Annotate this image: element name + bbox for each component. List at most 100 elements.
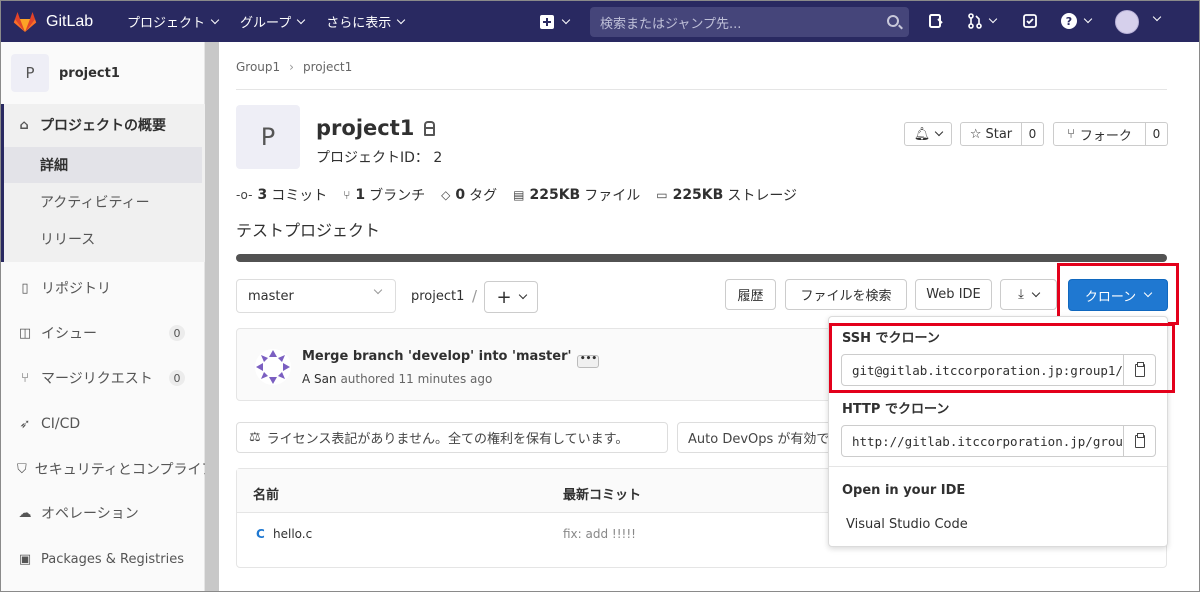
- chevron-down-icon: [1031, 288, 1041, 297]
- open-in-vscode[interactable]: Visual Studio Code: [846, 517, 968, 532]
- star-button[interactable]: ☆ Star: [960, 122, 1022, 146]
- highlight-ssh-clone: [829, 323, 1175, 393]
- commit-icon: -o-: [236, 188, 253, 202]
- nav-more[interactable]: さらに表示: [315, 1, 415, 42]
- sidebar-item-cicd[interactable]: ➶ CI/CD: [1, 406, 205, 442]
- sidebar-item-label: リポジトリ: [41, 281, 111, 297]
- branch-selector-value: master: [248, 288, 294, 304]
- stat-storage[interactable]: ▭ 225KB ストレージ: [656, 185, 797, 205]
- chevron-down-icon: [210, 15, 220, 24]
- brand-name: GitLab: [46, 12, 94, 30]
- merge-requests-nav-icon[interactable]: [963, 11, 999, 31]
- notification-button[interactable]: 🔔︎: [904, 122, 952, 146]
- user-avatar[interactable]: [1115, 10, 1139, 34]
- download-button[interactable]: ⤓: [1000, 279, 1057, 310]
- stat-tags[interactable]: ◇ 0 タグ: [441, 185, 497, 205]
- chevron-down-icon: [397, 15, 406, 24]
- breadcrumb: Group1 › project1: [236, 60, 352, 74]
- branch-icon: ⑂: [343, 188, 351, 202]
- sidebar-project[interactable]: P project1: [1, 42, 204, 104]
- chevron-down-icon: [518, 290, 527, 300]
- stat-storage-label: ストレージ: [727, 188, 798, 204]
- commit-title[interactable]: Merge branch 'develop' into 'master' •••: [302, 349, 600, 368]
- shield-icon: ⛉: [17, 461, 27, 477]
- copy-http-button[interactable]: [1123, 425, 1156, 457]
- search-input[interactable]: 検索またはジャンプ先...: [590, 7, 909, 37]
- chevron-down-icon[interactable]: [1152, 12, 1162, 22]
- history-button[interactable]: 履歴: [725, 279, 776, 310]
- c-file-icon: C: [256, 527, 265, 541]
- gitlab-logo[interactable]: GitLab: [13, 11, 113, 33]
- nav-more-label: さらに表示: [326, 16, 392, 31]
- sidebar-item-operations[interactable]: ☁ オペレーション: [1, 495, 205, 531]
- bell-icon: 🔔︎: [913, 126, 931, 142]
- find-file-button[interactable]: ファイルを検索: [785, 279, 907, 310]
- sidebar-item-label: マージリクエスト: [41, 371, 153, 387]
- author-avatar[interactable]: [254, 348, 292, 386]
- branch-selector[interactable]: master: [236, 279, 396, 313]
- top-navbar: GitLab プロジェクト グループ さらに表示 検索またはジャンプ先... ?: [1, 1, 1199, 42]
- sidebar: P project1 ⌂ プロジェクトの概要 詳細 アクティビティー リリース ▯…: [1, 42, 205, 591]
- scale-icon: ⚖: [249, 430, 261, 445]
- stat-branches[interactable]: ⑂ 1 ブランチ: [343, 185, 425, 205]
- star-count[interactable]: 0: [1022, 122, 1044, 146]
- sidebar-item-repository[interactable]: ▯ リポジトリ: [1, 270, 205, 306]
- nav-groups-label: グループ: [240, 16, 292, 31]
- sidebar-item-merge-requests[interactable]: ⑂ マージリクエスト 0: [1, 360, 205, 396]
- http-url-input[interactable]: http://gitlab.itccorporation.jp/group1/p…: [841, 425, 1124, 457]
- stat-storage-size: 225KB: [672, 187, 724, 203]
- sidebar-item-packages[interactable]: ▣ Packages & Registries: [1, 541, 205, 577]
- home-icon: ⌂: [19, 117, 29, 133]
- new-item-button[interactable]: [535, 9, 573, 35]
- sidebar-item-overview[interactable]: ⌂ プロジェクトの概要: [1, 107, 205, 143]
- expand-commit-button[interactable]: •••: [577, 355, 600, 368]
- sidebar-item-releases[interactable]: リリース: [1, 221, 205, 257]
- project-description: テストプロジェクト: [236, 221, 381, 240]
- help-icon[interactable]: ?: [1057, 11, 1093, 31]
- fork-icon: ⑂: [1067, 126, 1075, 142]
- path-root[interactable]: project1: [411, 289, 464, 304]
- stat-files[interactable]: ▤ 225KB ファイル: [513, 185, 640, 205]
- nav-projects-label: プロジェクト: [127, 16, 206, 31]
- project-title: project1: [316, 116, 415, 140]
- add-to-tree-button[interactable]: +: [484, 281, 538, 313]
- chevron-down-icon: [297, 15, 306, 24]
- sidebar-scrollbar[interactable]: [205, 42, 219, 591]
- fork-count[interactable]: 0: [1146, 122, 1168, 146]
- sidebar-item-label: リリース: [40, 232, 96, 248]
- commit-author[interactable]: A San: [302, 372, 337, 386]
- nav-projects[interactable]: プロジェクト: [116, 1, 229, 42]
- stat-commits-label: コミット: [271, 188, 328, 204]
- rocket-icon: ➶: [19, 416, 31, 432]
- issues-nav-icon[interactable]: [926, 11, 946, 31]
- commit-message[interactable]: Merge branch 'develop' into 'master': [302, 349, 571, 364]
- sidebar-item-label: CI/CD: [41, 416, 81, 432]
- license-notice[interactable]: ⚖ ライセンス表記がありません。全ての権利を保有しています。: [236, 422, 668, 453]
- commit-time: authored 11 minutes ago: [340, 372, 493, 386]
- repository-icon: ▯: [21, 280, 29, 296]
- project-id: プロジェクトID： 2: [316, 150, 443, 166]
- sidebar-item-details[interactable]: 詳細: [4, 147, 202, 183]
- file-commit[interactable]: fix: add !!!!!: [563, 527, 636, 541]
- file-name[interactable]: hello.c: [273, 527, 312, 541]
- stat-commits[interactable]: -o- 3 コミット: [236, 185, 327, 205]
- breadcrumb-group[interactable]: Group1: [236, 60, 280, 74]
- column-last-commit: 最新コミット: [563, 488, 642, 503]
- todo-icon[interactable]: [1020, 11, 1040, 31]
- devops-notice-text: Auto DevOps が有効で: [688, 432, 830, 447]
- star-icon: ☆: [969, 126, 982, 142]
- column-name: 名前: [253, 488, 280, 503]
- sidebar-item-security[interactable]: ⛉ セキュリティとコンプライアンス: [1, 451, 205, 487]
- stat-branches-label: ブランチ: [369, 188, 426, 204]
- nav-groups[interactable]: グループ: [229, 1, 315, 42]
- issues-icon: ◫: [18, 325, 32, 341]
- breadcrumb-project[interactable]: project1: [303, 60, 352, 74]
- sidebar-item-issues[interactable]: ◫ イシュー 0: [1, 315, 205, 351]
- devops-notice[interactable]: Auto DevOps が有効で: [677, 422, 837, 453]
- fork-button[interactable]: ⑂ フォーク: [1053, 122, 1146, 146]
- path-separator: /: [472, 287, 478, 305]
- web-ide-button[interactable]: Web IDE: [915, 279, 992, 310]
- divider: [829, 466, 1167, 467]
- clipboard-icon: [1134, 432, 1145, 448]
- sidebar-item-activity[interactable]: アクティビティー: [1, 184, 205, 220]
